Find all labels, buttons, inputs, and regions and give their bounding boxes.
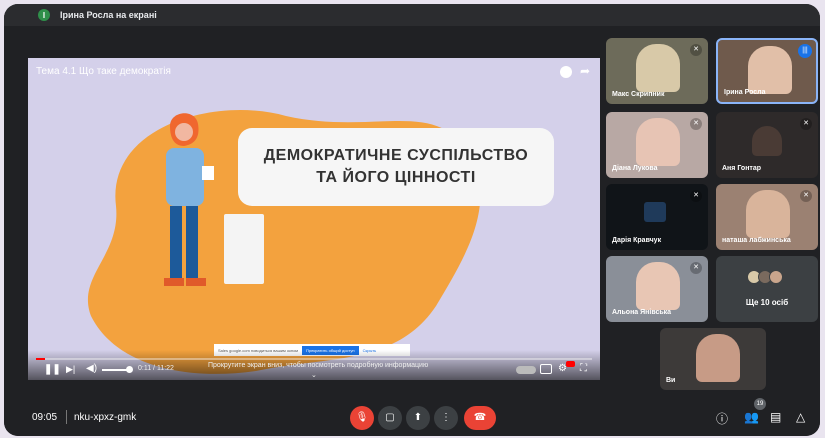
time-display: 0:11 / 11:22	[138, 365, 174, 372]
presenting-label: Ірина Росла на екрані	[60, 10, 157, 20]
participant-name: Альона Янівська	[612, 309, 672, 316]
mic-off-icon: ✕	[690, 44, 702, 56]
youtube-icon[interactable]	[566, 361, 575, 367]
ballot-box	[224, 214, 264, 284]
participant-video	[746, 190, 790, 238]
camera-button[interactable]: ▢	[378, 406, 402, 430]
volume-icon[interactable]: ◀)	[86, 363, 97, 374]
pause-button[interactable]: ❚❚	[44, 364, 61, 375]
volume-knob[interactable]	[126, 366, 133, 373]
present-screen-button[interactable]: ⬆	[406, 406, 430, 430]
participant-name: Макс Скрипник	[612, 91, 665, 98]
participant-video	[636, 118, 680, 166]
video-title[interactable]: Тема 4.1 Що таке демократія	[36, 66, 171, 77]
person-illustration	[164, 113, 214, 286]
participant-tile[interactable]: ✕ Дарія Кравчук	[606, 184, 708, 250]
self-view-tile[interactable]: Ви	[660, 328, 766, 390]
mic-off-icon: ✕	[690, 262, 702, 274]
participant-name: Дарія Кравчук	[612, 237, 662, 244]
participant-name: Діана Лукова	[612, 165, 658, 172]
participant-tile[interactable]: ✕ Аня Гонтар	[716, 112, 818, 178]
next-icon[interactable]: ▶|	[66, 364, 75, 375]
chevron-down-icon[interactable]: ⌄	[311, 371, 317, 379]
divider	[66, 410, 67, 424]
more-participants-label: Ще 10 осіб	[745, 298, 789, 307]
info-icon[interactable]: ⓘ	[716, 410, 728, 427]
participant-tile[interactable]: ✕ Діана Лукова	[606, 112, 708, 178]
presenting-banner: I Ірина Росла на екрані	[4, 4, 820, 26]
autoplay-toggle[interactable]	[516, 366, 536, 374]
mic-off-icon: ✕	[690, 190, 702, 202]
participant-tile[interactable]: ✕ Альона Янівська	[606, 256, 708, 322]
shared-video[interactable]: ДЕМОКРАТИЧНЕ СУСПІЛЬСТВО ТА ЙОГО ЦІННОСТ…	[28, 58, 600, 380]
fullscreen-icon[interactable]: ⛶	[580, 363, 587, 374]
participant-video	[752, 126, 782, 156]
more-options-button[interactable]: ⋮	[434, 406, 458, 430]
mic-off-icon: ✕	[800, 118, 812, 130]
subtitles-icon[interactable]	[540, 364, 552, 374]
volume-slider[interactable]	[102, 369, 128, 371]
leave-call-button[interactable]: ☎	[464, 406, 496, 430]
scroll-hint: Прокрутите экран вниз, чтобы посмотреть …	[208, 362, 429, 369]
participant-tile[interactable]: ||| Ірина Росла	[716, 38, 818, 104]
meeting-toolbar: 09:05 nku-xpxz-gmk 🎙 ▢ ⬆ ⋮ ☎ ⓘ 👥 19 ▤ △	[4, 396, 820, 436]
speaking-icon: |||	[798, 44, 812, 58]
headline-line-2: ТА ЙОГО ЦІННОСТІ	[316, 169, 476, 186]
participant-tile[interactable]: ✕ Макс Скрипник	[606, 38, 708, 104]
participant-video	[748, 46, 792, 94]
people-icon[interactable]: 👥	[744, 410, 759, 424]
activities-icon[interactable]: △	[796, 410, 805, 424]
share-icon[interactable]: ➦	[580, 64, 590, 78]
headline-line-1: ДЕМОКРАТИЧНЕ СУСПІЛЬСТВО	[263, 147, 529, 164]
progress-fill	[36, 358, 45, 360]
chat-icon[interactable]: ▤	[770, 410, 781, 424]
mic-off-button[interactable]: 🎙	[350, 406, 374, 430]
participant-video	[636, 262, 680, 310]
presenter-avatar: I	[38, 9, 50, 21]
participant-name: наташа лабжинська	[722, 237, 791, 244]
mic-off-icon: ✕	[800, 190, 812, 202]
watch-later-icon[interactable]	[560, 66, 572, 78]
more-avatars	[747, 270, 783, 284]
self-video	[696, 334, 740, 382]
participant-video	[636, 44, 680, 92]
meeting-time: 09:05	[32, 412, 58, 423]
more-participants-tile[interactable]: Ще 10 осіб	[716, 256, 818, 322]
self-name: Ви	[666, 377, 676, 384]
meet-window: I Ірина Росла на екрані ДЕМОКРАТИЧНЕ СУС…	[4, 4, 820, 436]
slide-headline: ДЕМОКРАТИЧНЕ СУСПІЛЬСТВО ТА ЙОГО ЦІННОСТ…	[238, 128, 554, 206]
mic-off-icon: ✕	[690, 118, 702, 130]
participant-tile[interactable]: ✕ наташа лабжинська	[716, 184, 818, 250]
progress-bar[interactable]	[36, 358, 592, 360]
participant-name: Ірина Росла	[724, 89, 766, 96]
participant-name: Аня Гонтар	[722, 165, 762, 172]
participant-video	[644, 202, 666, 222]
people-count-badge: 19	[754, 398, 766, 410]
player-controls: ❚❚ ▶| ◀) 0:11 / 11:22 Прокрутите экран в…	[28, 350, 600, 380]
meeting-code: nku-xpxz-gmk	[74, 412, 137, 423]
avatar	[769, 270, 783, 284]
